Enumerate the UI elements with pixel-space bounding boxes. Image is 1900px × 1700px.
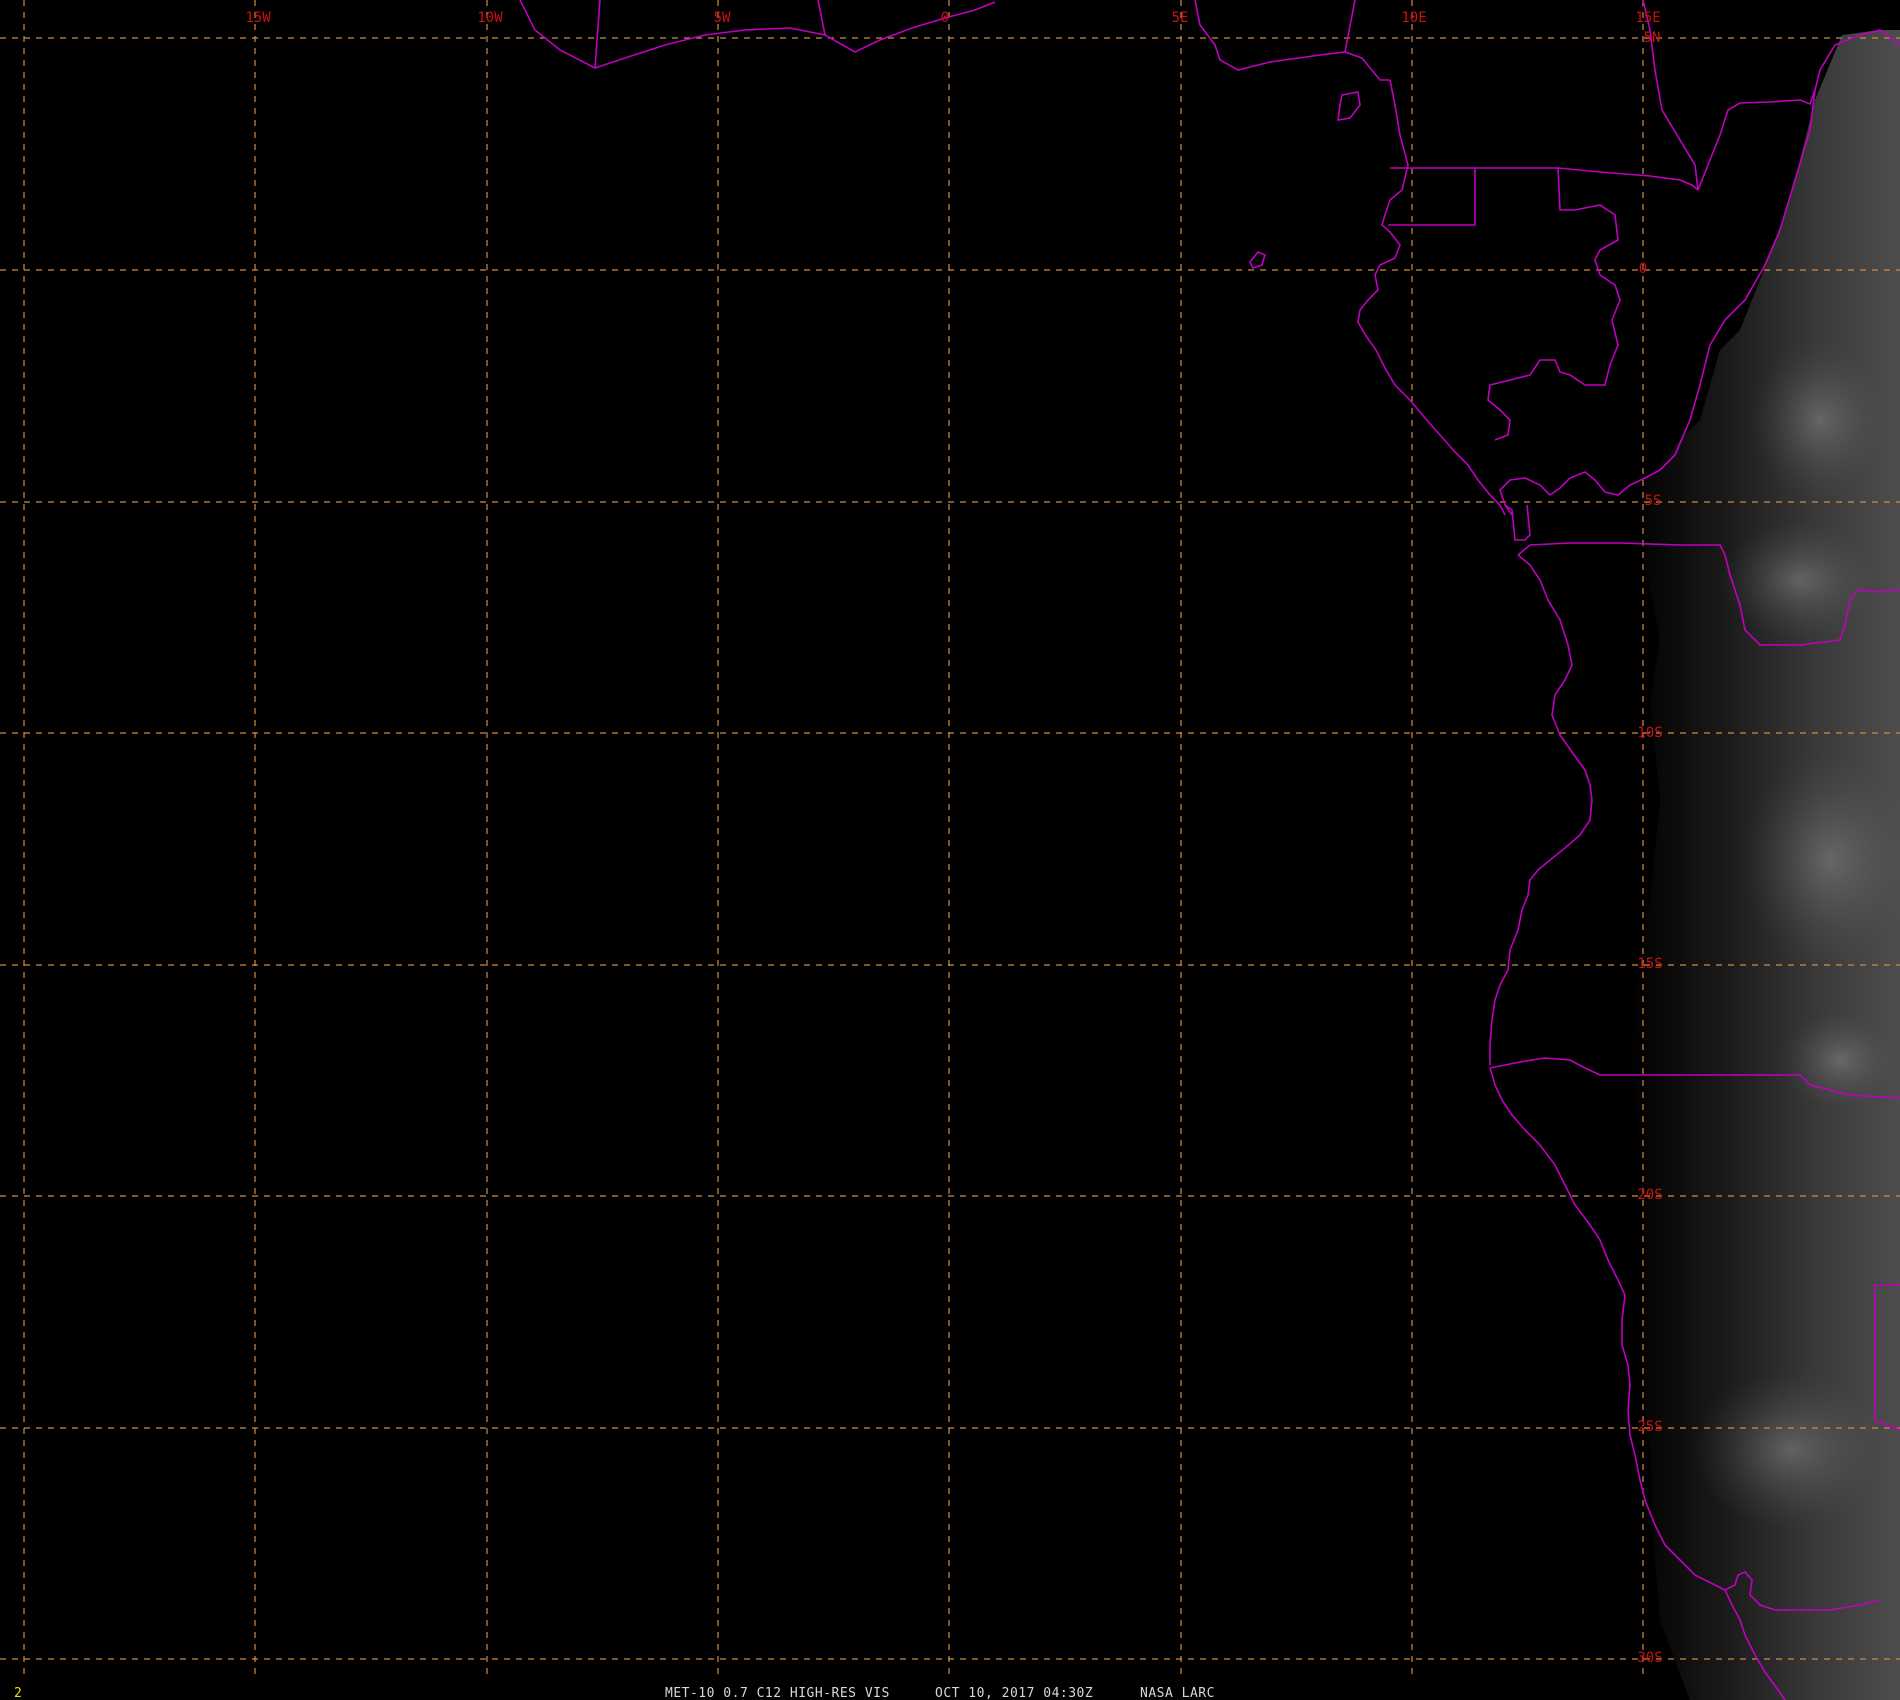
lon-label-10e: 10E <box>1401 10 1426 26</box>
lat-label-5s: 5S <box>1645 493 1662 509</box>
frame-number: 2 <box>14 1686 22 1700</box>
lat-label-5n: 5N <box>1644 30 1661 46</box>
lat-label-25s: 25S <box>1637 1419 1662 1435</box>
lon-label-15e: 15E <box>1635 10 1660 26</box>
caption-sensor: MET-10 0.7 C12 HIGH-RES VIS <box>665 1686 890 1700</box>
lon-label-0: 0 <box>941 10 949 26</box>
lat-label-20s: 20S <box>1637 1187 1662 1203</box>
lat-label-0: 0 <box>1639 261 1647 277</box>
caption-source: NASA LARC <box>1140 1686 1215 1700</box>
caption-datetime: OCT 10, 2017 04:30Z <box>935 1686 1093 1700</box>
lon-label-5w: 5W <box>714 10 731 26</box>
lon-label-15w: 15W <box>245 10 271 26</box>
lon-label-5e: 5E <box>1172 10 1189 26</box>
cloud-patch <box>1690 1370 1890 1530</box>
background <box>0 0 1900 1700</box>
lon-label-10w: 10W <box>477 10 503 26</box>
satellite-map: 15W 10W 5W 0 5E 10E 15E 5N 0 5S 10S 15S … <box>0 0 1900 1700</box>
lat-label-30s: 30S <box>1637 1650 1662 1666</box>
lat-label-10s: 10S <box>1637 725 1662 741</box>
cloud-patch <box>1780 1010 1900 1110</box>
cloud-patch <box>1750 340 1890 500</box>
lat-label-15s: 15S <box>1637 956 1662 972</box>
